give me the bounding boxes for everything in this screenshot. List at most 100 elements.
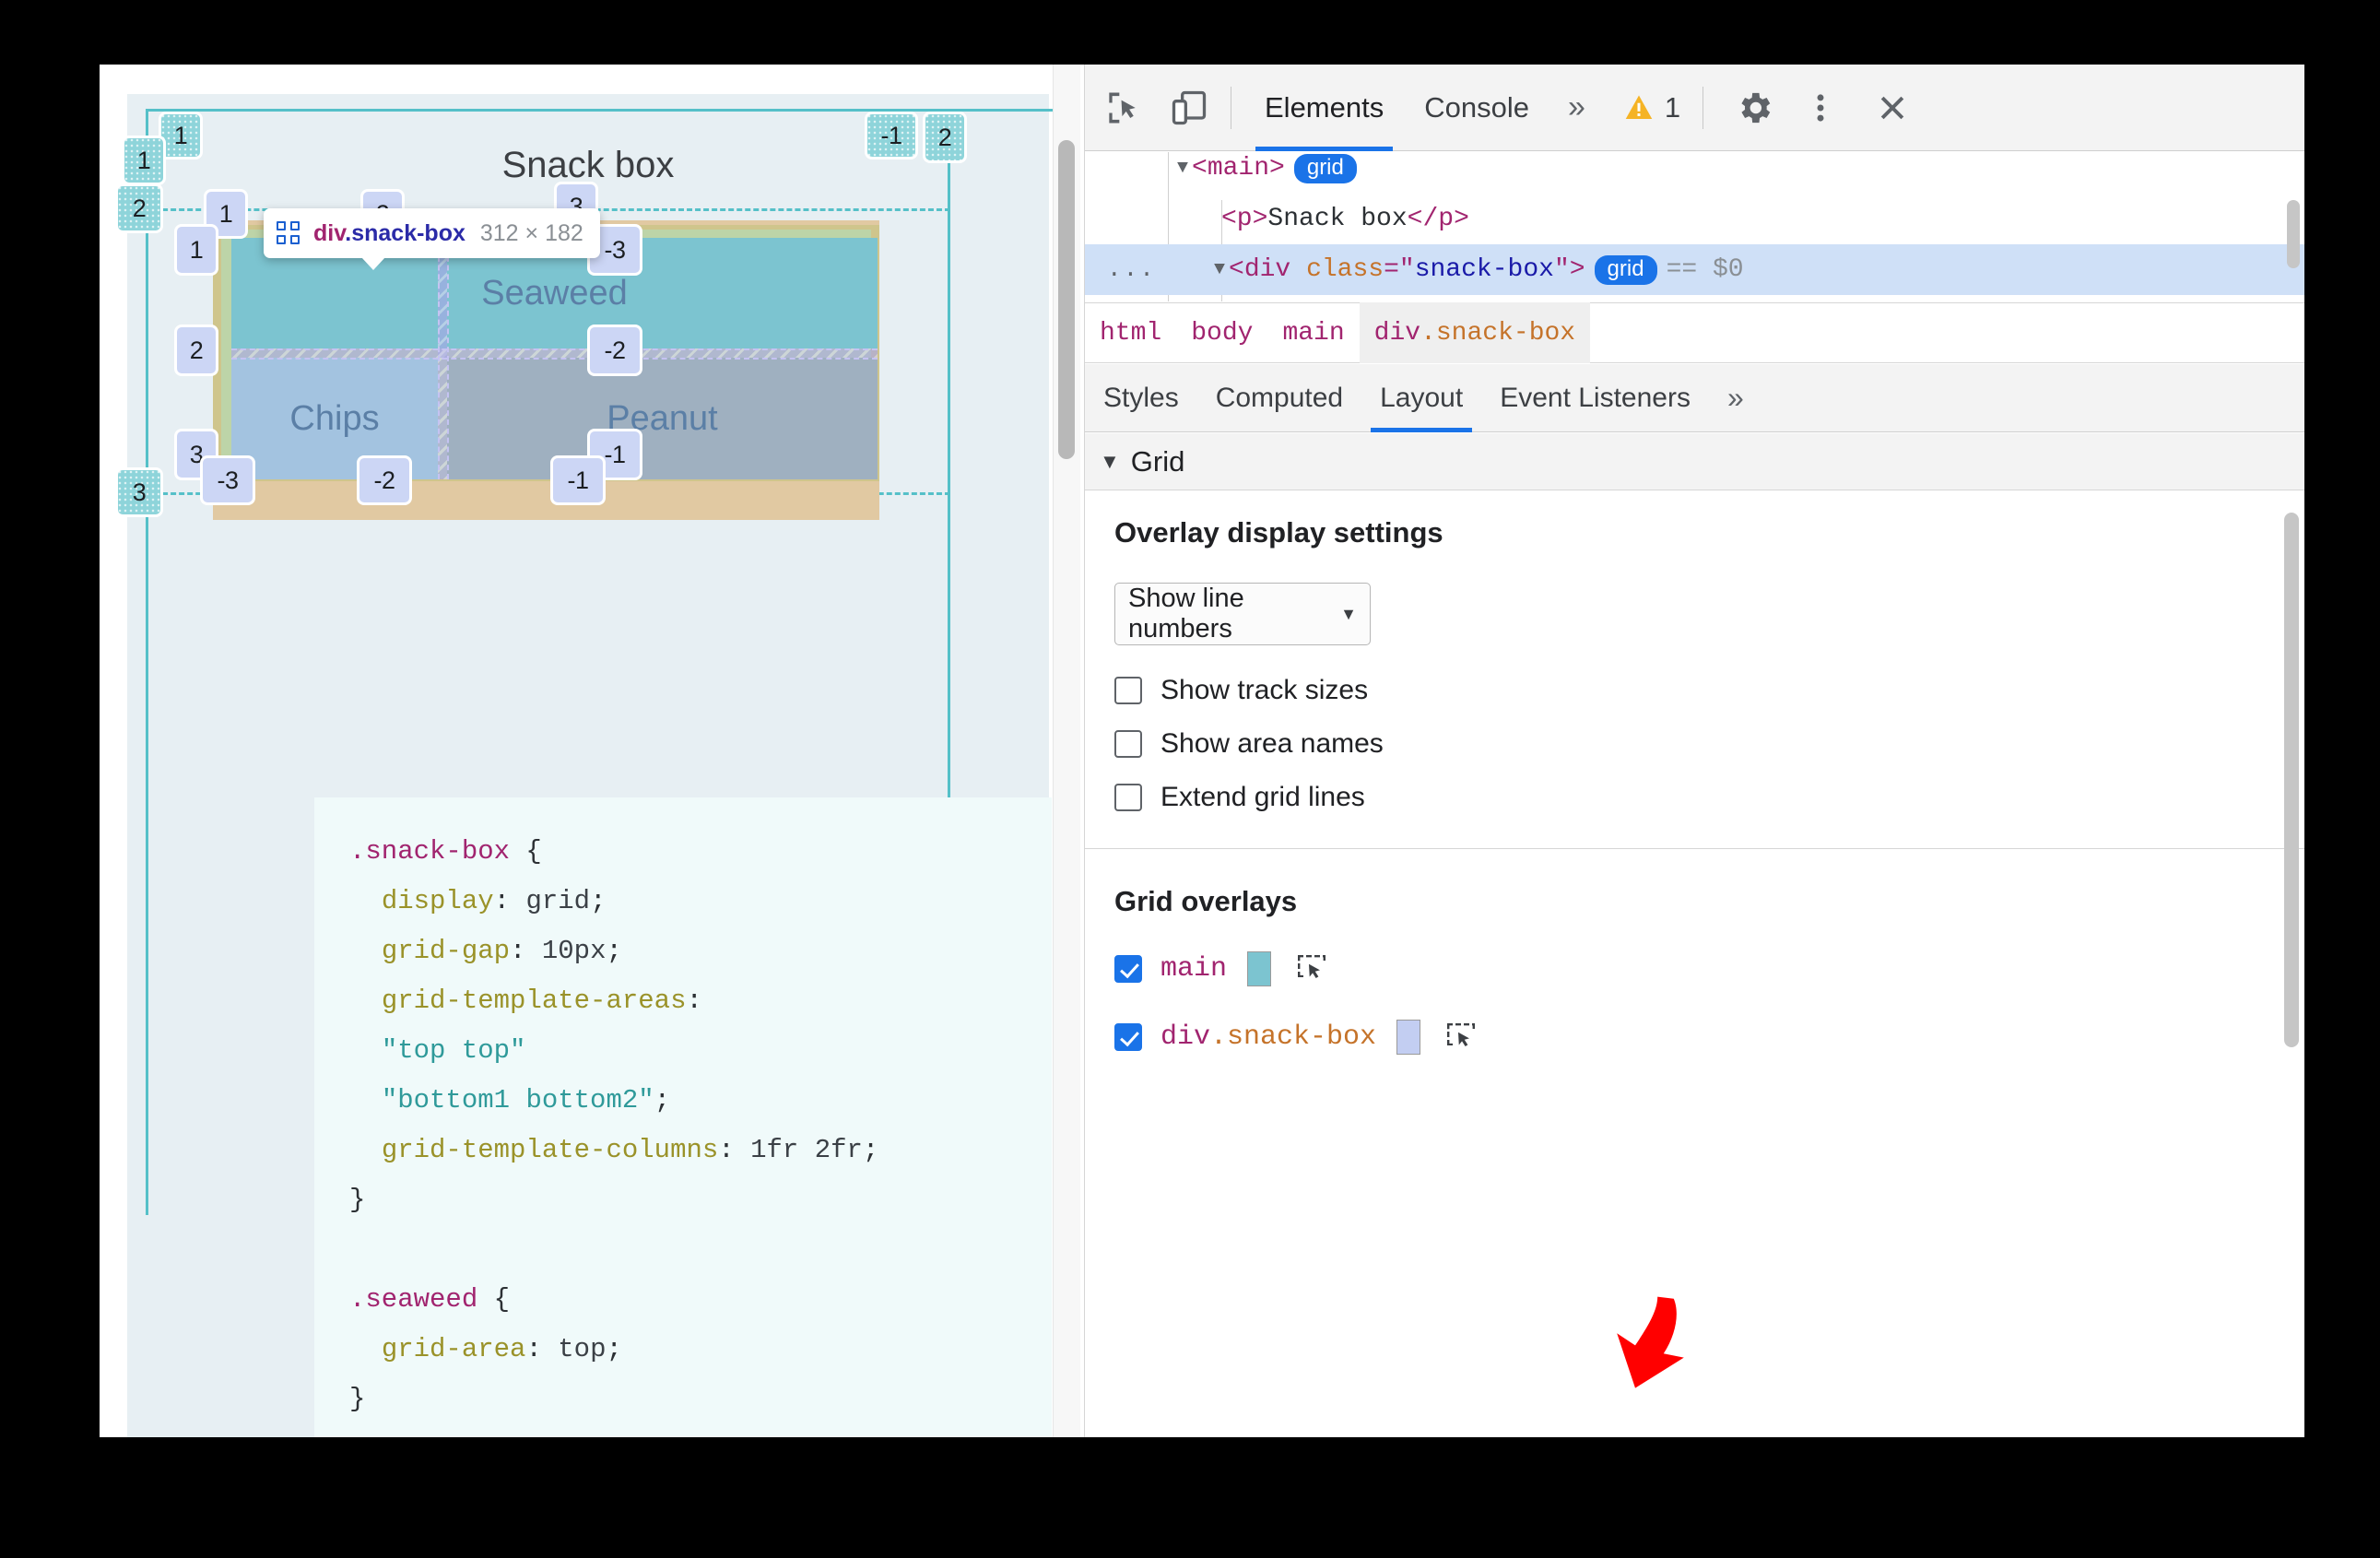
dom-node-snackbox: <div class="snack-box"> <box>1229 255 1585 284</box>
grid-overlay-class: .snack-box <box>1210 1021 1377 1053</box>
tab-console[interactable]: Console <box>1404 65 1549 151</box>
grid-overlay-row-main[interactable]: main <box>1114 951 1328 986</box>
breadcrumb-item-body[interactable]: body <box>1176 302 1267 363</box>
inspect-element-icon[interactable] <box>1094 79 1151 136</box>
browser-window: 1 -1 2 1 2 3 Snack box Seaweed Chips Pea… <box>100 65 2304 1437</box>
snackbox-badge-col-bottom-neg2: -2 <box>359 458 409 502</box>
main-grid-badge-col-2: 2 <box>925 114 964 160</box>
main-grid-badge-row-2: 2 <box>118 186 160 230</box>
dom-dollar-ref: == $0 <box>1666 255 1744 284</box>
breadcrumb: html body main div .snack-box <box>1085 302 2304 363</box>
kebab-menu-icon[interactable] <box>1792 79 1849 136</box>
checkbox-show-area-names[interactable]: Show area names <box>1114 728 1384 760</box>
section-divider <box>1085 848 2304 849</box>
main-grid-top-line <box>146 109 1067 112</box>
grid-overlay-color-swatch-snackbox[interactable] <box>1396 1020 1421 1055</box>
breadcrumb-item-html[interactable]: html <box>1085 302 1176 363</box>
collapse-triangle-icon[interactable]: ▼ <box>1100 450 1120 474</box>
warning-indicator[interactable]: 1 <box>1622 91 1680 124</box>
snackbox-border-box: Seaweed Chips Peanut <box>213 225 879 481</box>
snackbox-badge-col-bottom-neg3: -3 <box>203 458 253 502</box>
grid-section-title: Grid <box>1130 444 1185 478</box>
main-grid-left-line <box>146 109 148 1215</box>
select-element-icon-main[interactable] <box>1295 952 1328 986</box>
dom-tree-scrollbar-thumb[interactable] <box>2287 200 2300 268</box>
breadcrumb-item-main[interactable]: main <box>1267 302 1359 363</box>
warning-triangle-icon <box>1625 95 1653 119</box>
dom-more-nodes-icon[interactable]: ... <box>1102 255 1161 283</box>
red-arrow-pointer <box>1595 1291 1696 1397</box>
grid-overlay-name-snackbox[interactable]: div.snack-box <box>1161 1021 1376 1053</box>
snackbox-badge-col-bottom-neg1: -1 <box>553 458 603 502</box>
grid-overlay-row-snackbox[interactable]: div.snack-box <box>1114 1020 1478 1055</box>
warning-count: 1 <box>1664 90 1681 124</box>
grid-gap-dash-top <box>231 348 878 350</box>
line-numbers-select[interactable]: Show line numbers ▼ <box>1114 583 1371 645</box>
snackbox-padding-box: Seaweed Chips Peanut <box>221 230 878 479</box>
gear-icon[interactable] <box>1726 79 1783 136</box>
select-element-icon-snackbox[interactable] <box>1444 1021 1478 1054</box>
grid-gap-dash-bottom <box>231 358 878 360</box>
breadcrumb-tag: div <box>1373 318 1421 348</box>
checkbox-label-extend-grid-lines: Extend grid lines <box>1161 782 1365 812</box>
tooltip-arrow <box>361 257 385 270</box>
sidebar-tabs: Styles Computed Layout Event Listeners » <box>1085 364 2304 432</box>
grid-section-header[interactable]: ▼ Grid <box>1085 433 2304 490</box>
dom-tree: ▼ <main> grid <p>Snack box</p> ... ▼ <di… <box>1085 152 2304 301</box>
checkbox-overlay-main[interactable] <box>1114 955 1142 983</box>
devtools-toolbar: Elements Console » 1 <box>1085 65 2304 151</box>
tab-styles[interactable]: Styles <box>1085 364 1197 432</box>
tab-elements[interactable]: Elements <box>1244 65 1404 151</box>
snackbox-badge-row-neg2: -2 <box>590 327 640 373</box>
checkbox-box-extend-grid-lines[interactable] <box>1114 784 1142 811</box>
line-numbers-select-value: Show line numbers <box>1128 584 1244 643</box>
expand-arrow-icon[interactable]: ▼ <box>1177 158 1188 179</box>
breadcrumb-class: .snack-box <box>1420 318 1576 348</box>
more-tabs-chevron-icon[interactable]: » <box>1549 65 1604 151</box>
tab-layout[interactable]: Layout <box>1361 364 1481 432</box>
checkbox-overlay-snackbox[interactable] <box>1114 1023 1142 1051</box>
checkbox-label-track-sizes: Show track sizes <box>1161 675 1369 705</box>
checkbox-show-track-sizes[interactable]: Show track sizes <box>1114 675 1368 706</box>
expand-arrow-icon-2[interactable]: ▼ <box>1214 259 1225 280</box>
grid-overlay-color-swatch-main[interactable] <box>1247 951 1272 986</box>
dom-row-main[interactable]: ▼ <main> grid <box>1085 152 2304 194</box>
more-sidebar-tabs-chevron-icon[interactable]: » <box>1709 381 1762 415</box>
page-scrollbar-thumb[interactable] <box>1058 140 1075 459</box>
dom-node-p: <p>Snack box</p> <box>1221 205 1469 233</box>
tab-event-listeners[interactable]: Event Listeners <box>1481 364 1709 432</box>
devtools-scrollbar-thumb[interactable] <box>2284 513 2299 1047</box>
tab-computed[interactable]: Computed <box>1197 364 1361 432</box>
snackbox-badge-row-1: 1 <box>177 227 216 273</box>
close-icon[interactable] <box>1864 79 1921 136</box>
snackbox-content-box: Seaweed Chips Peanut <box>231 238 878 479</box>
grid-icon <box>277 221 300 245</box>
checkbox-box-area-names[interactable] <box>1114 730 1142 758</box>
snackbox-margin-box: Seaweed Chips Peanut <box>213 220 879 520</box>
page-preview-pane: 1 -1 2 1 2 3 Snack box Seaweed Chips Pea… <box>100 65 1080 1437</box>
main-grid-badge-col-neg1: -1 <box>867 114 915 157</box>
chevron-down-icon: ▼ <box>1340 604 1357 623</box>
snackbox-badge-row-2: 2 <box>177 327 216 373</box>
grid-badge-main[interactable]: grid <box>1293 153 1357 183</box>
main-grid-badge-row-3: 3 <box>118 470 160 514</box>
devtools-panel: Elements Console » 1 ▼ <main> grid <p>Sn… <box>1084 65 2304 1437</box>
grid-overlay-tag: div <box>1161 1021 1211 1053</box>
dom-tag-main: <main> <box>1192 154 1285 183</box>
dom-row-chips[interactable]: <div class="chips">Chips</div> <box>1085 295 2304 301</box>
breadcrumb-item-snackbox[interactable]: div .snack-box <box>1359 302 1591 363</box>
dom-row-p[interactable]: <p>Snack box</p> <box>1085 194 2304 244</box>
tooltip-selector: div.snack-box <box>313 219 465 246</box>
screenshot-root: 1 -1 2 1 2 3 Snack box Seaweed Chips Pea… <box>0 0 2380 1558</box>
checkbox-extend-grid-lines[interactable]: Extend grid lines <box>1114 782 1365 813</box>
grid-badge-snackbox[interactable]: grid <box>1594 254 1657 285</box>
element-tooltip: div.snack-box 312 × 182 <box>264 208 600 270</box>
checkbox-label-area-names: Show area names <box>1161 728 1384 759</box>
grid-overlay-name-main[interactable]: main <box>1161 953 1227 985</box>
dom-row-snackbox[interactable]: ... ▼ <div class="snack-box"> grid == $0 <box>1085 244 2304 295</box>
device-toolbar-icon[interactable] <box>1161 79 1218 136</box>
overlay-display-settings-title: Overlay display settings <box>1114 516 1443 549</box>
tooltip-dimensions: 312 × 182 <box>479 219 583 246</box>
checkbox-box-track-sizes[interactable] <box>1114 677 1142 704</box>
main-grid-badge-col-1: 1 <box>161 114 200 157</box>
